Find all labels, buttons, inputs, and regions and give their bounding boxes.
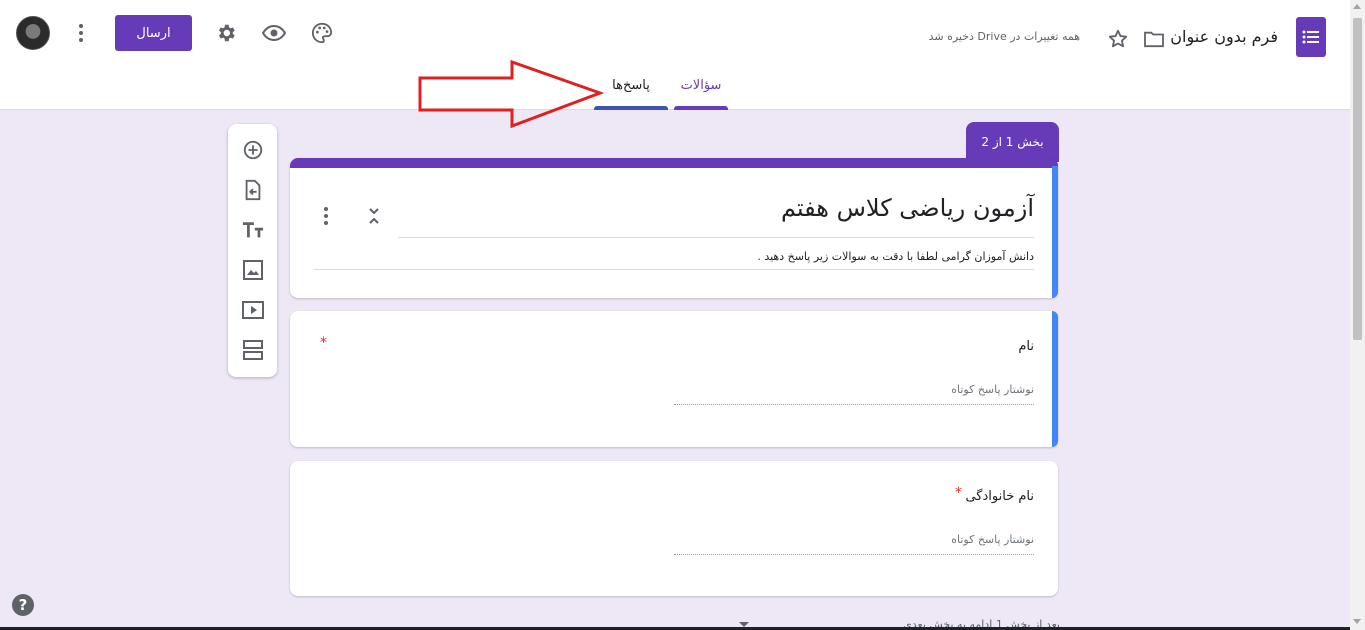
tab-questions-label: سؤالات (680, 78, 722, 93)
short-answer-placeholder: نوشتار پاسخ کوتاه (951, 533, 1034, 546)
send-button[interactable]: ارسال (115, 15, 192, 51)
short-answer-field[interactable]: نوشتار پاسخ کوتاه (674, 533, 1034, 555)
tab-questions-underline (674, 106, 728, 110)
tab-responses-label: پاسخ‌ها (612, 78, 650, 93)
heading-divider (398, 237, 1034, 238)
scroll-up-arrow-icon[interactable] (1353, 4, 1361, 9)
question-label: نام (1018, 339, 1034, 354)
form-description[interactable]: دانش آموزان گرامی لطفا با دقت به سوالات … (757, 250, 1034, 263)
required-asterisk: * (320, 335, 327, 351)
help-icon[interactable]: ? (12, 594, 34, 616)
short-answer-placeholder: نوشتار پاسخ کوتاه (951, 383, 1034, 396)
scroll-down-arrow-icon[interactable] (1353, 619, 1361, 624)
add-question-icon[interactable] (235, 132, 271, 168)
star-icon[interactable] (1100, 21, 1136, 57)
scroll-thumb[interactable] (1353, 18, 1362, 340)
question-toolbar (228, 124, 277, 377)
preview-eye-icon[interactable] (256, 15, 292, 51)
palette-icon[interactable] (304, 15, 340, 51)
section-badge: بخش 1 از 2 (966, 122, 1059, 162)
video-icon[interactable] (235, 292, 271, 328)
add-section-icon[interactable] (235, 332, 271, 368)
settings-icon[interactable] (208, 15, 244, 51)
form-header-card[interactable]: آزمون ریاضی کلاس هفتم دانش آموزان گرامی … (290, 158, 1058, 298)
required-asterisk: * (955, 485, 962, 501)
question-label: نام خانوادگی (965, 489, 1034, 504)
import-questions-icon[interactable] (235, 172, 271, 208)
tab-responses[interactable]: پاسخ‌ها (594, 78, 668, 110)
page-scrollbar[interactable] (1350, 0, 1365, 630)
forms-logo-icon (1296, 17, 1326, 57)
save-status-text: همه تغییرات در Drive ذخیره شد (928, 30, 1080, 43)
more-vert-icon[interactable] (314, 204, 338, 228)
tab-questions[interactable]: سؤالات (674, 78, 728, 110)
question-card[interactable]: نام خانوادگی * نوشتار پاسخ کوتاه (290, 461, 1058, 596)
description-divider (314, 269, 1034, 270)
annotation-arrow (418, 60, 604, 128)
short-answer-field[interactable]: نوشتار پاسخ کوتاه (674, 383, 1034, 405)
form-heading[interactable]: آزمون ریاضی کلاس هفتم (781, 194, 1034, 222)
more-vert-icon[interactable] (63, 15, 99, 51)
image-icon[interactable] (235, 252, 271, 288)
title-text-icon[interactable] (235, 212, 271, 248)
avatar[interactable] (16, 16, 50, 50)
question-card[interactable]: نام * نوشتار پاسخ کوتاه (290, 311, 1058, 447)
form-title[interactable]: فرم بدون عنوان (1170, 27, 1278, 46)
app-header: ارسال همه تغییرات در Drive ذخیره شد فرم … (0, 0, 1350, 110)
tab-responses-underline (594, 106, 668, 110)
collapse-icon[interactable] (362, 204, 386, 228)
folder-icon[interactable] (1136, 21, 1172, 57)
